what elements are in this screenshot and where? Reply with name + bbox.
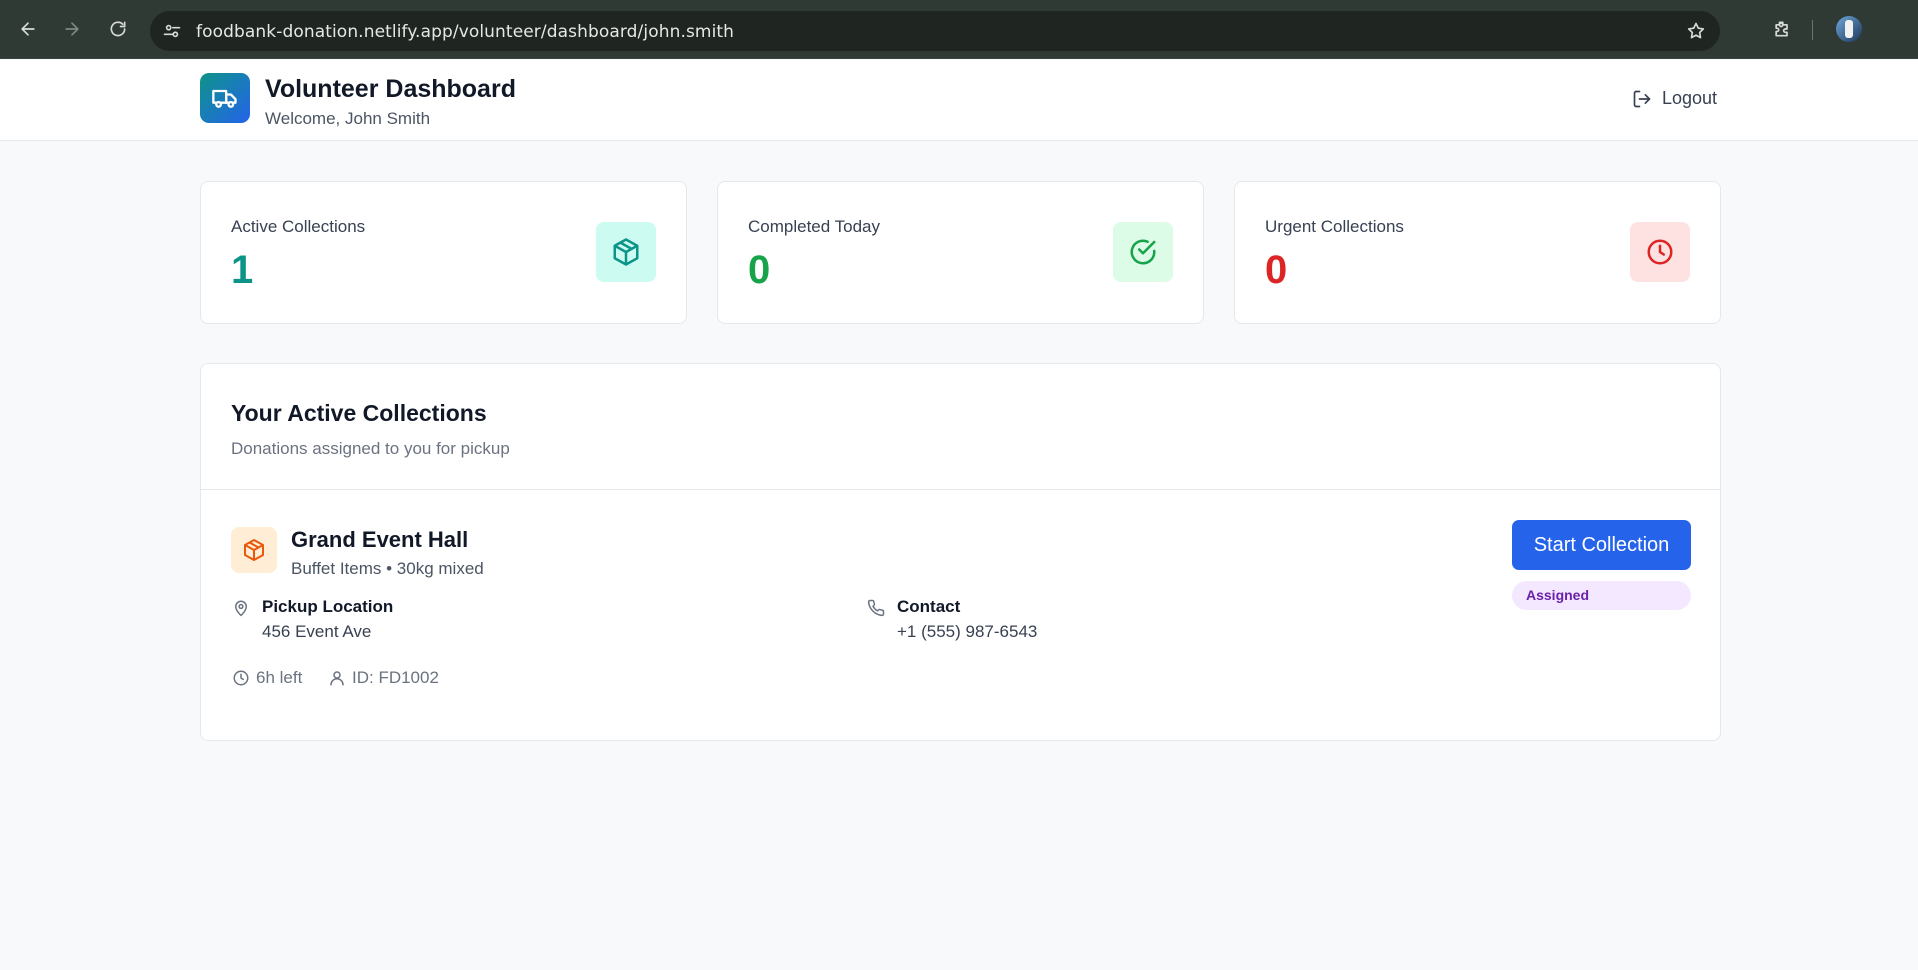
panel-title: Your Active Collections [231,400,487,426]
contact-value: +1 (555) 987-6543 [897,622,1038,641]
bookmark-star-icon[interactable] [1686,21,1706,41]
panel-header: Your Active Collections Donations assign… [201,364,1720,490]
pickup-location-label: Pickup Location [262,597,394,616]
phone-icon [867,599,885,617]
stat-value: 0 [748,248,771,292]
status-badge: Assigned [1512,581,1691,610]
browser-toolbar: foodbank-donation.netlify.app/volunteer/… [0,0,1918,59]
panel-subtitle: Donations assigned to you for pickup [231,439,510,458]
stat-label: Active Collections [231,217,366,236]
truck-icon [200,73,250,123]
logout-icon [1633,90,1651,107]
profile-avatar[interactable] [1836,16,1862,42]
contact-label: Contact [897,597,961,616]
donation-description: Buffet Items • 30kg mixed [291,559,484,578]
logout-label: Logout [1662,88,1718,108]
stat-card-completed: Completed Today 0 [717,181,1204,324]
reload-icon[interactable] [103,14,133,44]
toolbar-divider [1812,20,1813,40]
stat-label: Completed Today [748,217,880,236]
active-collections-panel: Your Active Collections Donations assign… [200,363,1721,741]
map-pin-icon [235,600,247,617]
stat-card-active: Active Collections 1 [200,181,687,324]
forward-arrow-icon[interactable] [57,14,87,44]
donation-id: ID: FD1002 [328,668,439,688]
clock-icon [1630,222,1690,282]
user-icon [330,671,344,686]
logout-button[interactable]: Logout [1632,88,1717,109]
url-text[interactable]: foodbank-donation.netlify.app/volunteer/… [196,22,734,42]
page-title: Volunteer Dashboard [265,75,516,103]
stat-label: Urgent Collections [1265,217,1404,236]
package-icon [231,527,277,573]
donation-id-text: ID: FD1002 [352,668,439,687]
package-icon [596,222,656,282]
time-left: 6h left [232,668,302,688]
pickup-location-value: 456 Event Ave [262,622,372,641]
app-header: Volunteer Dashboard Welcome, John Smith … [0,60,1918,141]
stat-value: 1 [231,248,254,292]
extensions-icon[interactable] [1767,14,1797,44]
start-collection-button[interactable]: Start Collection [1512,520,1691,570]
donation-name: Grand Event Hall [291,527,469,552]
welcome-text: Welcome, John Smith [265,109,431,128]
clock-icon [233,670,249,686]
back-arrow-icon[interactable] [13,14,43,44]
stat-value: 0 [1265,248,1288,292]
address-bar[interactable]: foodbank-donation.netlify.app/volunteer/… [150,11,1720,51]
time-left-text: 6h left [256,668,303,687]
stat-card-urgent: Urgent Collections 0 [1234,181,1721,324]
site-settings-icon[interactable] [162,21,182,41]
check-circle-icon [1113,222,1173,282]
